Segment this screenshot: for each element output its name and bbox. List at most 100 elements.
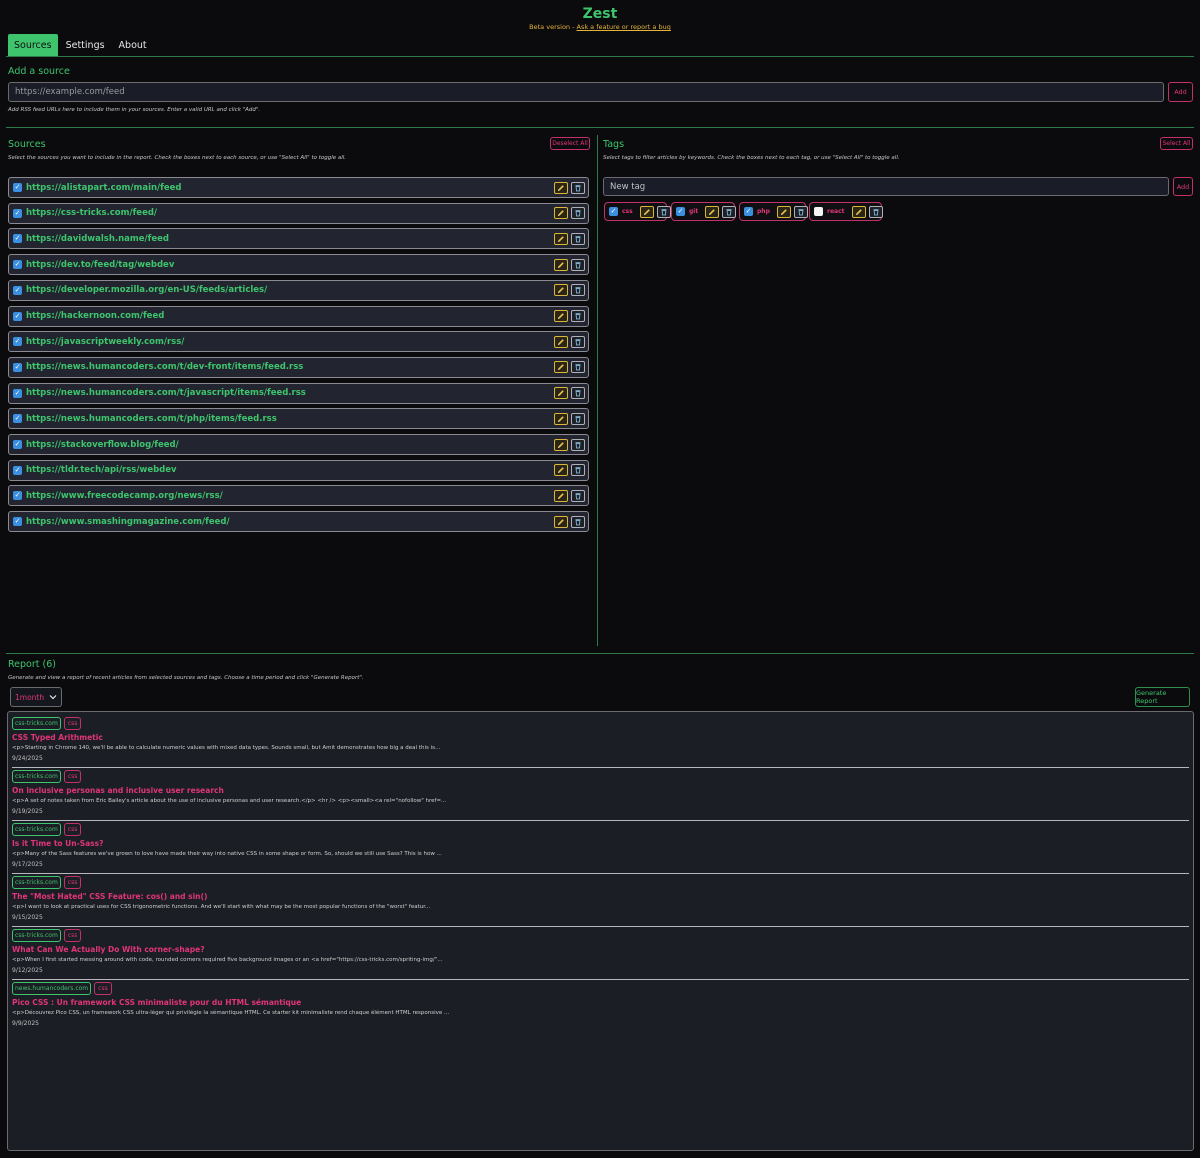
tab-settings[interactable]: Settings	[60, 34, 111, 57]
source-row[interactable]: ✓ https://hackernoon.com/feed	[8, 305, 589, 327]
article-title[interactable]: The "Most Hated" CSS Feature: cos() and …	[12, 891, 1189, 903]
source-checkbox[interactable]: ✓	[13, 337, 22, 347]
article-excerpt: <p>Starting in Chrome 140, we'll be able…	[12, 745, 441, 751]
edit-button[interactable]	[639, 205, 654, 218]
source-checkbox[interactable]: ✓	[13, 362, 22, 372]
article-title[interactable]: On inclusive personas and inclusive user…	[12, 785, 1189, 797]
source-row[interactable]: ✓ https://developer.mozilla.org/en-US/fee…	[8, 279, 589, 301]
source-checkbox[interactable]: ✓	[13, 260, 22, 270]
source-checkbox[interactable]: ✓	[13, 440, 22, 449]
source-row[interactable]: ✓ https://stackoverflow.blog/feed/	[8, 434, 589, 455]
period-select[interactable]: 1month	[10, 687, 62, 707]
edit-button[interactable]	[554, 387, 568, 400]
tab-sources[interactable]: Sources	[8, 34, 58, 57]
article-item[interactable]: css-tricks.com css On inclusive personas a…	[12, 770, 1189, 817]
tag-chip[interactable]: ✓ git	[671, 202, 737, 221]
trash-icon	[725, 208, 733, 216]
source-checkbox[interactable]: ✓	[13, 183, 22, 192]
delete-button[interactable]	[571, 232, 585, 245]
edit-button[interactable]	[554, 438, 568, 451]
delete-button[interactable]	[571, 284, 585, 297]
tab-about[interactable]: About	[113, 34, 153, 57]
add-tag-button[interactable]: Add	[1173, 177, 1193, 196]
source-checkbox[interactable]: ✓	[13, 465, 22, 475]
edit-button[interactable]	[554, 232, 568, 245]
delete-button[interactable]	[868, 205, 883, 218]
edit-button[interactable]	[554, 361, 568, 374]
edit-button[interactable]	[554, 258, 568, 271]
edit-button[interactable]	[554, 207, 568, 220]
report-results[interactable]: css-tricks.com css CSS Typed Arithmetic <p>…	[7, 711, 1194, 1151]
source-url-input[interactable]: https://example.com/feed	[8, 82, 1164, 102]
edit-button[interactable]	[554, 464, 568, 477]
source-row[interactable]: ✓ https://www.freecodecamp.org/news/rss/	[8, 485, 589, 507]
source-row[interactable]: ✓ https://news.humancoders.com/t/php/item…	[8, 408, 589, 430]
edit-button[interactable]	[776, 205, 791, 218]
edit-button[interactable]	[554, 412, 568, 425]
source-row[interactable]: ✓ https://javascriptweekly.com/rss/	[8, 331, 589, 353]
source-checkbox[interactable]: ✓	[13, 491, 22, 501]
delete-button[interactable]	[571, 489, 585, 502]
delete-button[interactable]	[571, 387, 585, 400]
tags-title: Tags	[603, 139, 625, 150]
tag-checkbox[interactable]: ✓	[744, 207, 753, 216]
delete-button[interactable]	[571, 515, 585, 528]
article-item[interactable]: css-tricks.com css Is it Time to Un-Sass? <…	[12, 823, 1189, 870]
edit-button[interactable]	[554, 335, 568, 348]
tag-checkbox[interactable]: ✓	[676, 207, 685, 216]
delete-button[interactable]	[793, 205, 808, 218]
delete-button[interactable]	[656, 205, 671, 218]
tag-checkbox[interactable]	[814, 207, 823, 216]
source-checkbox[interactable]: ✓	[13, 311, 22, 321]
delete-button[interactable]	[571, 361, 585, 374]
generate-report-button[interactable]: Generate Report	[1135, 687, 1190, 707]
add-source-button[interactable]: Add	[1168, 82, 1193, 102]
delete-button[interactable]	[571, 310, 585, 322]
source-checkbox[interactable]: ✓	[13, 285, 22, 295]
edit-button[interactable]	[851, 205, 866, 218]
delete-button[interactable]	[571, 412, 585, 425]
article-item[interactable]: news.humancoders.com css Pico CSS : Un fra…	[12, 982, 1189, 1029]
select-all-tags-button[interactable]: Select All	[1160, 137, 1193, 150]
tag-chip[interactable]: ✓ php	[739, 202, 808, 221]
delete-button[interactable]	[571, 464, 585, 477]
edit-button[interactable]	[554, 489, 568, 502]
source-row[interactable]: ✓ https://tldr.tech/api/rss/webdev	[8, 459, 589, 481]
delete-button[interactable]	[571, 207, 585, 220]
source-row[interactable]: ✓ https://dev.to/feed/tag/webdev	[8, 254, 589, 276]
tag-chip[interactable]: ✓ css	[604, 202, 671, 221]
article-title[interactable]: Pico CSS : Un framework CSS minimaliste …	[12, 997, 1189, 1009]
article-item[interactable]: css-tricks.com css CSS Typed Arithmetic <p>…	[12, 717, 1189, 764]
article-title[interactable]: CSS Typed Arithmetic	[12, 732, 1189, 744]
delete-button[interactable]	[722, 205, 737, 218]
article-item[interactable]: css-tricks.com css The "Most Hated" CSS Fe…	[12, 876, 1189, 923]
delete-button[interactable]	[571, 181, 585, 194]
deselect-all-sources-button[interactable]: Deselect All	[550, 137, 590, 150]
delete-button[interactable]	[571, 438, 585, 451]
source-checkbox[interactable]: ✓	[13, 517, 22, 527]
source-row[interactable]: ✓ https://news.humancoders.com/t/dev-fron…	[8, 356, 589, 378]
edit-button[interactable]	[554, 181, 568, 194]
tag-checkbox[interactable]: ✓	[609, 207, 618, 216]
source-checkbox[interactable]: ✓	[13, 388, 22, 398]
source-row[interactable]: ✓ https://news.humancoders.com/t/javascri…	[8, 382, 589, 404]
article-item[interactable]: css-tricks.com css What Can We Actually Do…	[12, 929, 1189, 976]
source-row[interactable]: ✓ https://alistapart.com/main/feed	[8, 177, 589, 198]
delete-button[interactable]	[571, 335, 585, 348]
source-row[interactable]: ✓ https://davidwalsh.name/feed	[8, 228, 589, 250]
source-checkbox[interactable]: ✓	[13, 414, 22, 424]
delete-button[interactable]	[571, 258, 585, 271]
source-row[interactable]: ✓ https://www.smashingmagazine.com/feed/	[8, 511, 589, 533]
source-row[interactable]: ✓ https://css-tricks.com/feed/	[8, 202, 589, 224]
edit-button[interactable]	[554, 284, 568, 297]
source-checkbox[interactable]: ✓	[13, 208, 22, 218]
article-title[interactable]: What Can We Actually Do With corner-shap…	[12, 944, 1189, 956]
edit-button[interactable]	[705, 205, 720, 218]
source-checkbox[interactable]: ✓	[13, 234, 22, 244]
edit-button[interactable]	[554, 515, 568, 528]
article-title[interactable]: Is it Time to Un-Sass?	[12, 838, 1189, 850]
tag-chip[interactable]: react	[809, 202, 883, 221]
edit-button[interactable]	[554, 310, 568, 322]
new-tag-input[interactable]: New tag	[603, 177, 1169, 196]
feedback-link[interactable]: Ask a feature or report a bug	[577, 23, 671, 31]
